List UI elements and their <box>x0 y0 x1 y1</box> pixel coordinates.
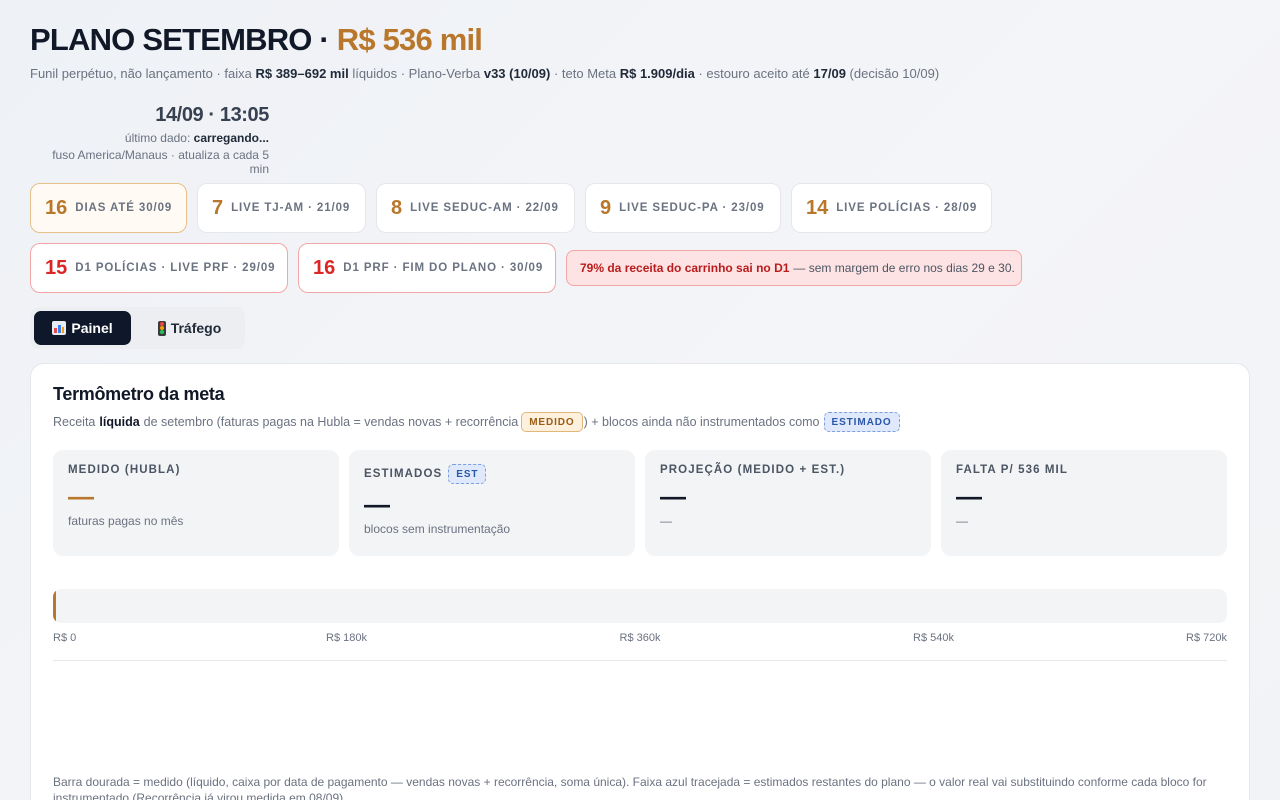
page-title: PLANO SETEMBRO · R$ 536 mil <box>30 22 483 58</box>
progress-bar <box>53 589 1227 623</box>
desc-text: Receita <box>53 415 96 429</box>
countdown-label: D1 PRF · FIM DO PLANO · 30/09 <box>343 262 544 274</box>
countdown-number: 7 <box>212 196 224 219</box>
medido-badge: MEDIDO <box>521 412 583 432</box>
subtitle-text: (decisão 10/09) <box>845 66 940 81</box>
subtitle-meta-cap: R$ 1.909/dia <box>619 66 695 81</box>
goal-thermometer-card: Termômetro da meta Receita líquida de se… <box>30 363 1250 800</box>
stat-sub: — <box>660 514 672 528</box>
view-tabs: Painel Tráfego <box>30 307 245 349</box>
stat-value: — <box>364 489 390 519</box>
countdown-label: LIVE POLÍCIAS · 28/09 <box>836 202 978 214</box>
countdown-live-tj-am: 7 LIVE TJ-AM · 21/09 <box>197 183 366 233</box>
scale-label: R$ 540k <box>913 632 954 644</box>
scale-label: R$ 360k <box>619 632 661 644</box>
stat-value: — <box>68 481 94 511</box>
countdown-number: 16 <box>45 196 68 219</box>
countdown-number: 9 <box>600 196 612 219</box>
desc-emphasis: líquida <box>99 415 140 429</box>
countdown-d1-prf: 16 D1 PRF · FIM DO PLANO · 30/09 <box>298 243 556 293</box>
stat-estimados: ESTIMADOS EST — blocos sem instrumentação <box>349 450 635 556</box>
subtitle-text: Funil perpétuo, não lançamento · faixa <box>30 66 256 81</box>
subtitle-range: R$ 389–692 mil <box>255 66 349 81</box>
stat-medido: MEDIDO (HUBLA) — faturas pagas no mês <box>53 450 339 556</box>
alert-highlight: 79% da receita do carrinho sai no D1 <box>580 261 790 275</box>
countdown-live-seduc-pa: 9 LIVE SEDUC-PA · 23/09 <box>585 183 781 233</box>
tab-label: Painel <box>71 320 113 336</box>
countdown-label: LIVE SEDUC-PA · 23/09 <box>619 202 765 214</box>
countdown-live-policias: 14 LIVE POLÍCIAS · 28/09 <box>791 183 992 233</box>
clock-panel: 14/09 · 13:05 último dado: carregando...… <box>30 104 269 176</box>
title-main: PLANO SETEMBRO <box>30 22 312 57</box>
title-goal-amount: R$ 536 mil <box>336 22 483 57</box>
subtitle-text: · teto Meta <box>550 66 620 81</box>
current-datetime: 14/09 · 13:05 <box>155 104 269 126</box>
card-title: Termômetro da meta <box>53 384 225 404</box>
legend-note: Barra dourada = medido (líquido, caixa p… <box>53 775 1207 800</box>
countdown-number: 15 <box>45 256 68 279</box>
title-separator: · <box>311 22 337 57</box>
last-data-value: carregando... <box>193 131 269 145</box>
subtitle-overrun-date: 17/09 <box>813 66 846 81</box>
countdown-number: 14 <box>806 196 829 219</box>
stat-sub: blocos sem instrumentação <box>364 522 511 536</box>
stat-label-text: ESTIMADOS <box>364 468 443 480</box>
progress-bar-fill-medido <box>53 589 56 623</box>
desc-text: de setembro (faturas pagas na Hubla = ve… <box>143 415 519 429</box>
tab-label: Tráfego <box>170 320 222 336</box>
stat-falta: FALTA P/ 536 MIL — — <box>941 450 1227 556</box>
stat-projecao: PROJEÇÃO (MEDIDO + EST.) — — <box>645 450 931 556</box>
stat-label: MEDIDO (HUBLA) <box>68 464 181 476</box>
stat-label: PROJEÇÃO (MEDIDO + EST.) <box>660 464 846 476</box>
last-data-label: último dado: <box>124 131 194 145</box>
stat-sub: faturas pagas no mês <box>68 514 184 528</box>
tab-trafego[interactable]: Tráfego <box>138 311 241 345</box>
divider <box>53 660 1227 661</box>
stat-value: — <box>956 481 982 511</box>
scale-label: R$ 720k <box>1186 632 1227 644</box>
countdown-live-seduc-am: 8 LIVE SEDUC-AM · 22/09 <box>376 183 575 233</box>
card-description: Receita líquida de setembro (faturas pag… <box>53 412 900 432</box>
stat-value: — <box>660 481 686 511</box>
countdown-number: 8 <box>391 196 403 219</box>
stat-label: ESTIMADOS EST <box>364 464 620 484</box>
bar-chart-icon <box>52 321 67 335</box>
scale-label: R$ 0 <box>53 632 77 644</box>
countdown-label: LIVE TJ-AM · 21/09 <box>231 202 351 214</box>
est-badge: EST <box>448 464 487 484</box>
traffic-light-icon <box>157 320 166 336</box>
countdown-label: LIVE SEDUC-AM · 22/09 <box>410 202 559 214</box>
alert-text: — sem margem de erro nos dias 29 e 30. <box>793 261 1015 275</box>
progress-scale: R$ 0 R$ 180k R$ 360k R$ 540k R$ 720k <box>53 632 1227 646</box>
d1-revenue-alert: 79% da receita do carrinho sai no D1— se… <box>566 250 1022 286</box>
page-subtitle: Funil perpétuo, não lançamento · faixa R… <box>30 66 939 81</box>
subtitle-plan-version: v33 (10/09) <box>483 66 551 81</box>
estimado-badge: ESTIMADO <box>823 412 900 432</box>
countdown-label: DIAS ATÉ 30/09 <box>75 202 173 214</box>
countdown-d1-policias: 15 D1 POLÍCIAS · LIVE PRF · 29/09 <box>30 243 288 293</box>
countdown-number: 16 <box>313 256 336 279</box>
tab-painel[interactable]: Painel <box>34 311 131 345</box>
subtitle-text: · estouro aceito até <box>694 66 814 81</box>
desc-text: ) + blocos ainda não instrumentados como <box>583 415 820 429</box>
scale-label: R$ 180k <box>326 632 367 644</box>
last-data-status: último dado: carregando... <box>30 131 269 145</box>
countdown-days-to-end: 16 DIAS ATÉ 30/09 <box>30 183 187 233</box>
timezone-note: fuso America/Manaus · atualiza a cada 5 … <box>52 148 269 176</box>
countdown-label: D1 POLÍCIAS · LIVE PRF · 29/09 <box>75 262 276 274</box>
stat-sub: — <box>956 514 968 528</box>
subtitle-text: líquidos · Plano-Verba <box>348 66 484 81</box>
stat-label: FALTA P/ 536 MIL <box>956 464 1068 476</box>
